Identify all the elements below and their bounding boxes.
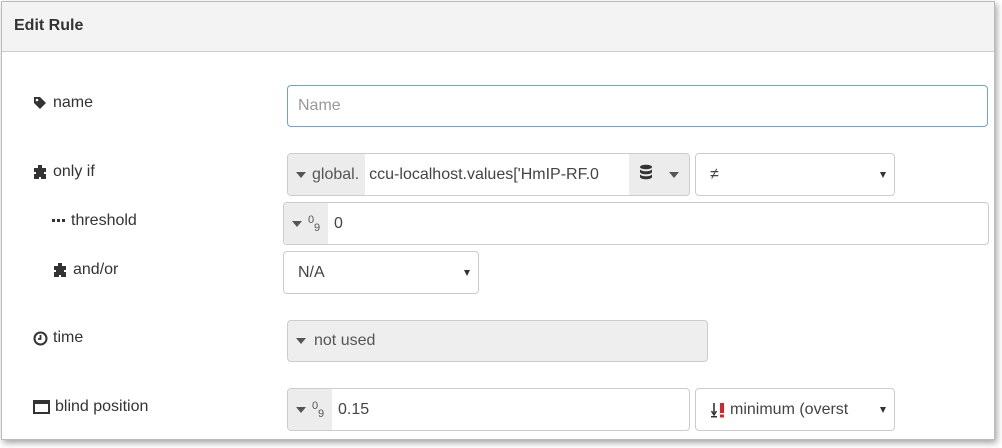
number-type-icon: 09 [308,213,321,234]
edit-rule-dialog: Edit Rule name only if global. ccu-local… [1,1,995,440]
blind-position-typed-input: 09 0.15 [287,388,690,431]
clock-icon [32,330,48,346]
time-value: not used [314,332,376,349]
only-if-value[interactable]: ccu-localhost.values['HmIP-RF.0 [365,154,629,195]
only-if-typed-input: global. ccu-localhost.values['HmIP-RF.0 [287,153,690,196]
and-or-select[interactable]: N/A [283,251,479,294]
operator-value: ≠ [710,165,719,183]
select-caret-icon [464,269,470,276]
name-input[interactable] [287,85,988,127]
tag-icon [32,95,48,111]
ellipsis-icon [52,213,66,229]
name-label-text: name [53,94,94,111]
caret-down-icon [296,406,306,413]
threshold-type-button[interactable]: 09 [284,203,328,244]
and-or-label-text: and/or [73,261,119,278]
blind-position-value[interactable]: 0.15 [332,389,689,430]
threshold-value[interactable]: 0 [328,203,988,244]
dialog-header: Edit Rule [2,2,994,52]
caret-down-icon [292,220,302,227]
operator-select[interactable]: ≠ [695,153,895,196]
blind-mode-value: minimum (overst [730,400,849,418]
database-button[interactable] [629,154,689,195]
time-label: time [32,329,83,347]
caret-down-icon [669,171,679,178]
dialog-title: Edit Rule [14,17,84,34]
blind-position-label-text: blind position [55,398,149,415]
caret-down-icon [296,338,306,344]
threshold-label-text: threshold [71,212,137,229]
only-if-label: only if [32,163,95,181]
time-label-text: time [53,329,84,346]
sort-exclamation-icon [710,402,726,418]
and-or-value: N/A [298,263,325,281]
puzzle-icon [52,262,68,278]
caret-down-icon [296,171,306,178]
select-caret-icon [880,171,886,178]
name-label: name [32,94,93,112]
only-if-type-button[interactable]: global. [288,154,366,195]
puzzle-icon [32,164,48,180]
window-icon [32,399,50,415]
blind-position-type-button[interactable]: 09 [288,389,332,430]
and-or-label: and/or [52,261,118,279]
only-if-type-label: global. [312,165,360,183]
select-caret-icon [880,406,886,413]
threshold-label: threshold [52,212,137,230]
time-select[interactable]: not used [287,320,708,362]
blind-position-label: blind position [32,398,148,416]
database-icon [639,164,653,185]
threshold-typed-input: 09 0 [283,202,989,245]
blind-mode-select[interactable]: minimum (overst [695,388,895,431]
number-type-icon: 09 [312,399,325,420]
only-if-label-text: only if [53,163,95,180]
